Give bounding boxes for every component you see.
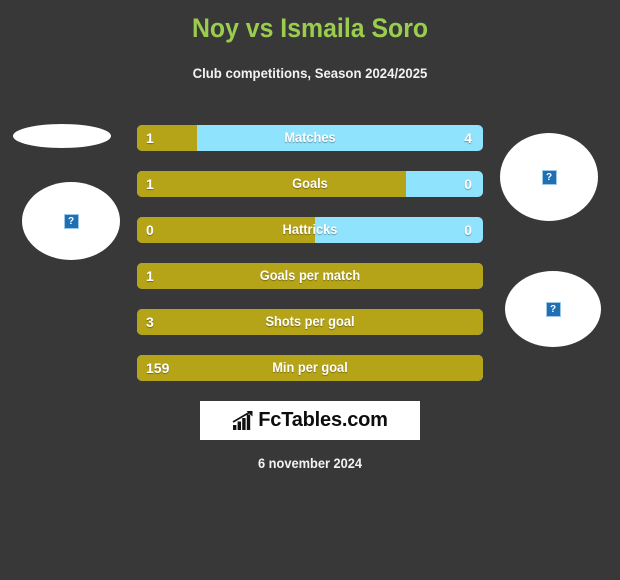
bar-chart-icon <box>232 410 253 430</box>
header: Noy vs Ismaila Soro Club competitions, S… <box>0 0 620 81</box>
fctables-logo[interactable]: FcTables.com <box>200 401 420 440</box>
page-subtitle: Club competitions, Season 2024/2025 <box>192 65 428 81</box>
stat-label: Goals per match <box>259 268 361 283</box>
stat-away-value: 0 <box>464 222 472 238</box>
broken-image-icon: ? <box>63 213 79 229</box>
footer-date: 6 november 2024 <box>257 456 363 471</box>
stats-comparison-chart: 1 Matches 4 1 Goals 0 0 Hattricks 0 1 Goals per ma… <box>137 125 483 401</box>
stat-bar-row: 1 Goals 0 <box>137 171 483 197</box>
stat-label: Matches <box>284 130 336 145</box>
away-logo-placeholder: ? <box>500 133 598 221</box>
stat-bar-row: 1 Goals per match <box>137 263 483 289</box>
stat-label: Goals <box>292 176 328 191</box>
away-logo-secondary-placeholder: ? <box>505 271 601 347</box>
stat-label: Shots per goal <box>265 314 355 329</box>
fctables-logo-text: FcTables.com <box>258 409 388 431</box>
stat-away-value: 4 <box>464 130 472 146</box>
stat-bar-row: 0 Hattricks 0 <box>137 217 483 243</box>
home-logo-flat <box>13 124 111 148</box>
stat-bar-row: 159 Min per goal <box>137 355 483 381</box>
home-logo-placeholder: ? <box>22 182 120 260</box>
stat-label: Hattricks <box>282 222 338 237</box>
page-title: Noy vs Ismaila Soro <box>191 13 429 43</box>
broken-image-icon: ? <box>541 169 557 185</box>
stat-bar-row: 1 Matches 4 <box>137 125 483 151</box>
broken-image-icon: ? <box>545 301 561 317</box>
stat-away-value: 0 <box>464 176 472 192</box>
stat-label: Min per goal <box>272 360 348 375</box>
stat-bar-row: 3 Shots per goal <box>137 309 483 335</box>
